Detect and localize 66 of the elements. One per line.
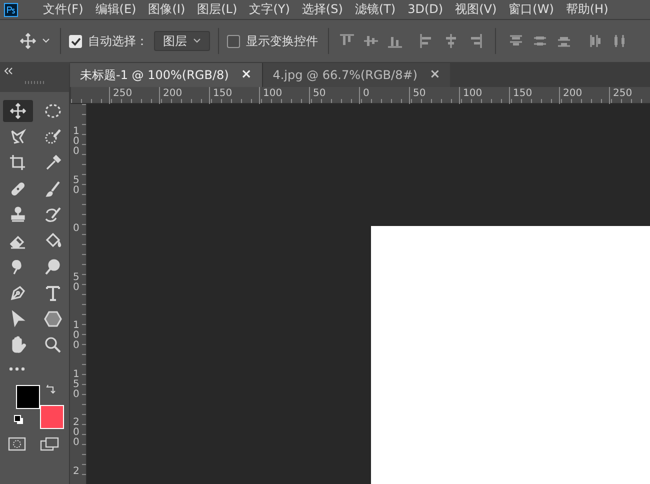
menu-item[interactable]: 图像(I) <box>143 0 190 19</box>
pen-tool-icon <box>8 283 28 303</box>
background-color-swatch[interactable] <box>40 405 64 429</box>
ruler-label: 200 <box>563 88 582 99</box>
menu-item[interactable]: 视图(V) <box>450 0 502 19</box>
ruler-label: 250 <box>613 88 632 99</box>
checkbox-label: 显示变换控件 <box>246 33 318 50</box>
ruler-label: 150 <box>513 88 532 99</box>
quick-mask-icon[interactable] <box>8 437 26 451</box>
lasso-tool-icon <box>8 127 28 147</box>
menu-item[interactable]: 图层(L) <box>192 0 242 19</box>
ruler-label: 100 <box>463 88 482 99</box>
move-tool-icon <box>8 101 28 121</box>
app-logo-icon <box>4 2 18 16</box>
ruler-label: 50 <box>413 88 426 99</box>
collapse-icon[interactable] <box>3 67 13 75</box>
caret-icon <box>193 38 201 44</box>
menu-item[interactable]: 文件(F) <box>38 0 88 19</box>
close-button[interactable]: × <box>240 65 252 85</box>
ruler-label: 200 <box>73 418 80 448</box>
move-tool-icon[interactable] <box>20 33 36 49</box>
ruler-label: 0 <box>363 88 370 99</box>
default-colors-icon[interactable] <box>14 415 24 425</box>
menu-item[interactable]: 选择(S) <box>296 0 348 19</box>
grip-handle[interactable] <box>24 81 44 84</box>
polygon-tool-icon <box>43 309 63 329</box>
foreground-color-swatch[interactable] <box>16 385 40 409</box>
tab-label[interactable]: 未标题-1 @ 100%(RGB/8) <box>80 66 229 84</box>
text-tool-icon <box>43 283 63 303</box>
menu-item[interactable]: 帮助(H) <box>560 0 614 19</box>
document-tab[interactable]: 未标题-1 @ 100%(RGB/8) × <box>70 63 262 87</box>
ruler-label: 100 <box>73 321 80 351</box>
tab-label[interactable]: 4.jpg @ 66.7%(RGB/8#) <box>272 66 418 84</box>
caret-icon[interactable] <box>42 38 50 44</box>
ruler-label: 150 <box>213 88 232 99</box>
align-horizontal-centers-icon[interactable] <box>443 33 459 49</box>
document-tab[interactable]: 4.jpg @ 66.7%(RGB/8#) × <box>262 63 450 87</box>
ruler-label: 50 <box>73 272 80 292</box>
ruler-label: 150 <box>73 370 80 400</box>
history-brush-icon <box>43 205 63 225</box>
ruler-label: 2 <box>73 466 80 476</box>
layer-dropdown[interactable]: 图层 <box>154 31 210 51</box>
checkbox[interactable] <box>69 34 82 48</box>
brush-icon <box>43 179 63 199</box>
menu-item[interactable]: 滤镜(T) <box>350 0 401 19</box>
ruler-label: 50 <box>313 88 326 99</box>
checkbox[interactable] <box>227 34 240 48</box>
tool-button[interactable] <box>3 100 33 122</box>
ruler-label: 250 <box>113 88 132 99</box>
ruler-label: 0 <box>73 224 80 234</box>
ruler-label: 100 <box>263 88 282 99</box>
screen-mode-icon[interactable] <box>40 437 60 451</box>
swap-colors-icon[interactable] <box>46 384 56 394</box>
zoom-tool-icon <box>43 335 63 355</box>
menu-item[interactable]: 3D(D) <box>402 0 448 19</box>
align-vertical-centers-icon[interactable] <box>363 33 379 49</box>
close-button[interactable]: × <box>429 65 440 85</box>
menu-item[interactable]: 窗口(W) <box>504 0 559 19</box>
ruler-label: 50 <box>73 176 80 196</box>
checkbox-label: 自动选择： <box>88 33 148 50</box>
menu-item[interactable]: 编辑(E) <box>90 0 142 19</box>
menu-item[interactable]: 文字(Y) <box>244 0 295 19</box>
ruler-label: 100 <box>73 127 80 157</box>
crop-tool-icon <box>8 153 28 173</box>
ruler-label: 200 <box>163 88 182 99</box>
stamp-icon <box>8 205 28 225</box>
